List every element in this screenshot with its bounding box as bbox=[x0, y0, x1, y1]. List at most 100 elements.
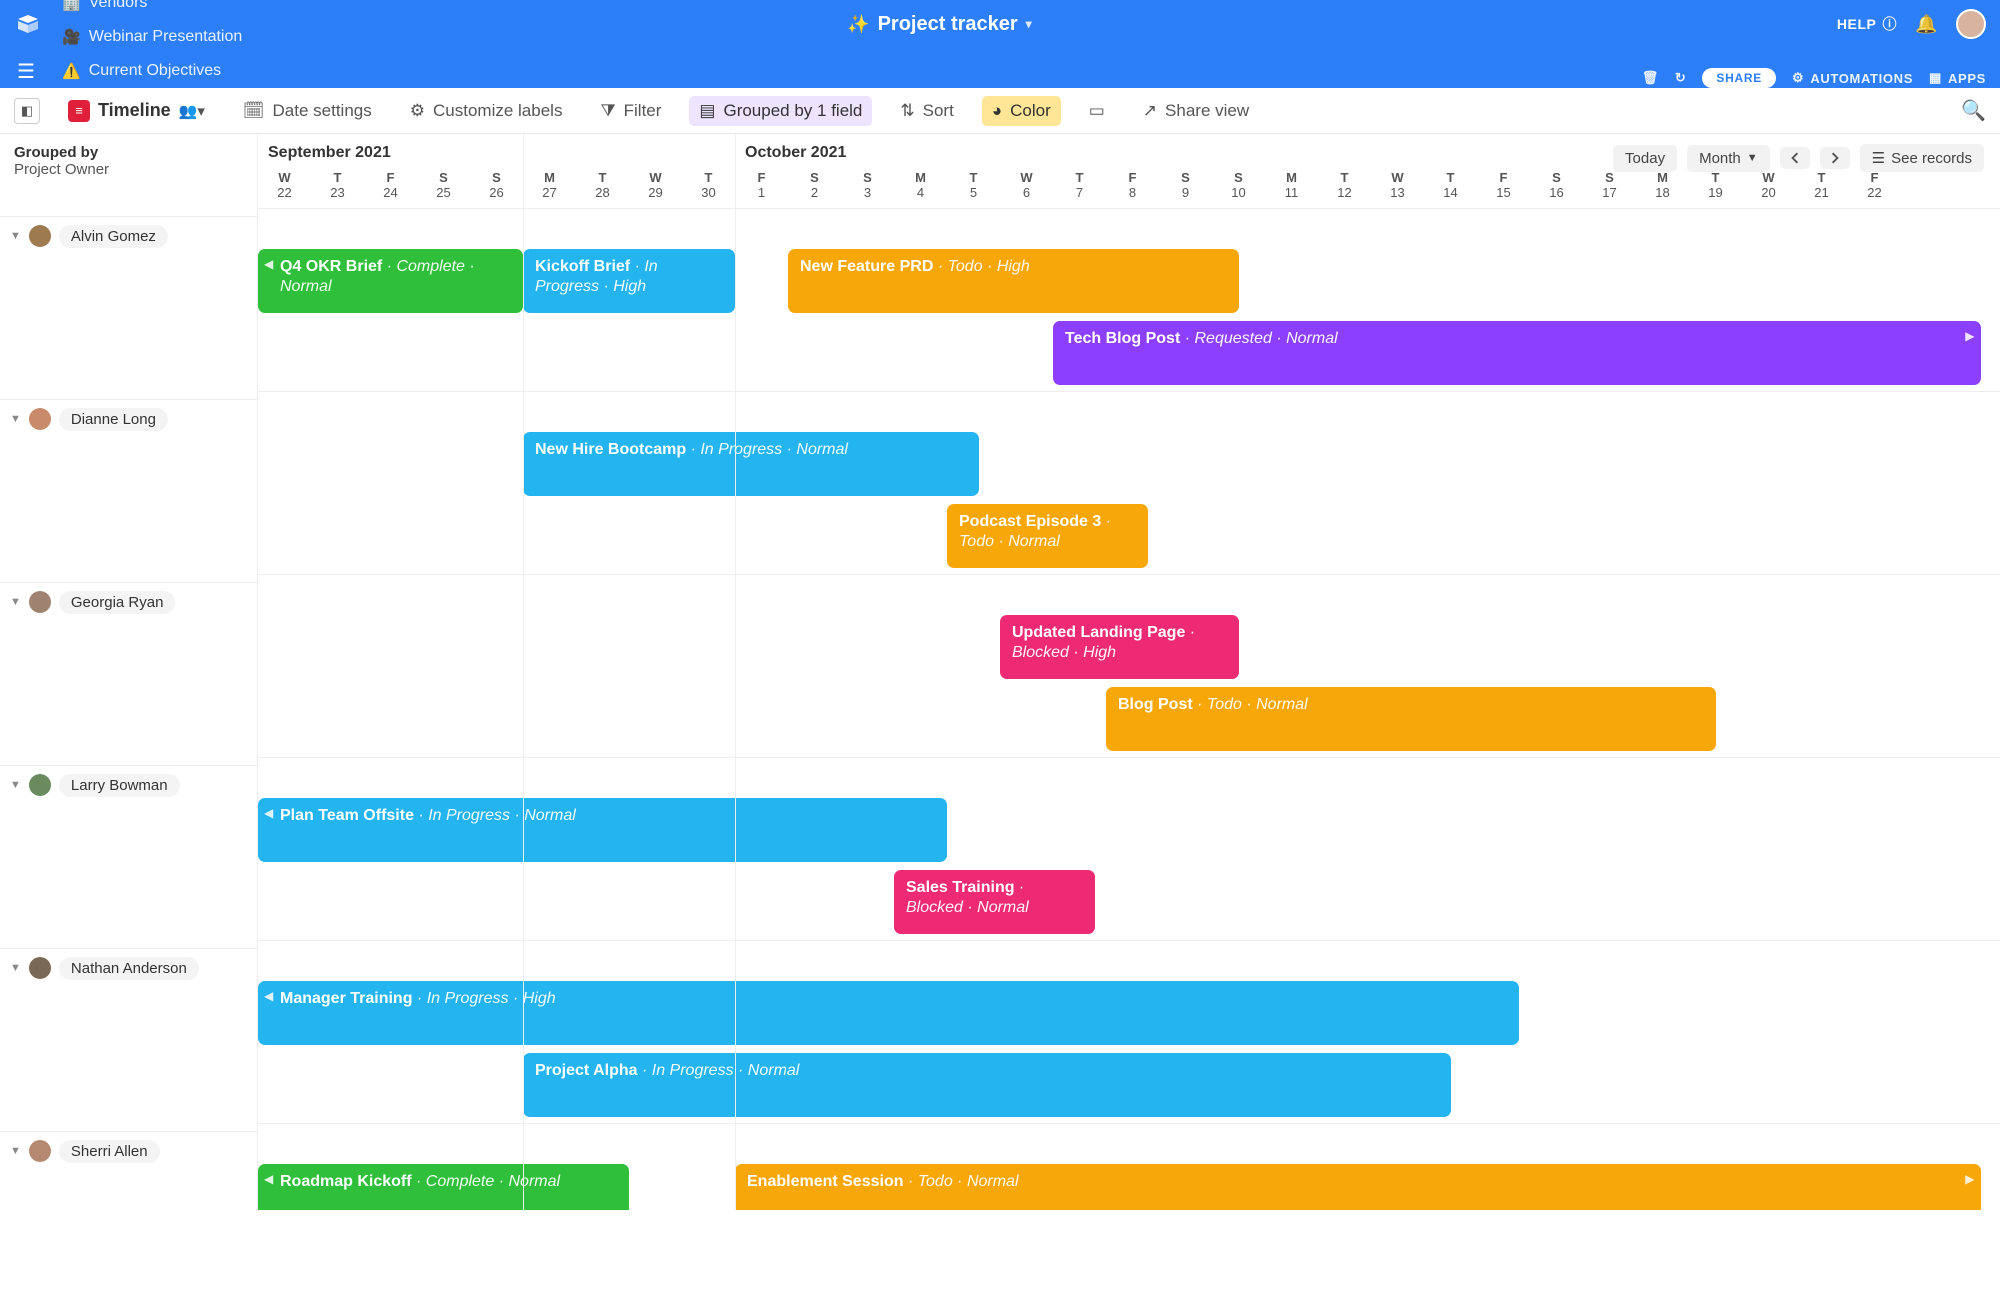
timeline-bar[interactable]: Updated Landing Page · Blocked · High bbox=[1000, 615, 1239, 679]
filter-icon: ⧩ bbox=[600, 101, 615, 121]
timeline-bar[interactable]: ▶Tech Blog Post · Requested · Normal bbox=[1053, 321, 1981, 385]
caret-down-icon: ▾ bbox=[1026, 17, 1032, 31]
chevron-left-icon bbox=[1789, 152, 1801, 164]
bar-meta: · In Progress · High bbox=[412, 990, 555, 1007]
day-column: W20 bbox=[1742, 170, 1795, 200]
timeline-bar[interactable]: ◀Manager Training · In Progress · High bbox=[258, 981, 1519, 1045]
bar-meta: · Todo · Normal bbox=[1193, 696, 1308, 713]
scale-selector[interactable]: Month▼ bbox=[1687, 145, 1770, 172]
timeline-bar[interactable]: Project Alpha · In Progress · Normal bbox=[523, 1053, 1451, 1117]
search-icon[interactable]: 🔍 bbox=[1961, 100, 1986, 122]
next-period-button[interactable] bbox=[1820, 147, 1850, 169]
history-icon[interactable]: ↻ bbox=[1675, 70, 1687, 86]
toggle-sidebar-button[interactable]: ◧ bbox=[14, 98, 40, 124]
row-height-button[interactable]: ▭ bbox=[1079, 96, 1115, 126]
timeline-main[interactable]: Today Month▼ ☰See records September 2021… bbox=[258, 134, 2000, 1210]
day-column: W13 bbox=[1371, 170, 1424, 200]
share-view-button[interactable]: ↗ Share view bbox=[1133, 96, 1259, 126]
bar-title: Enablement Session bbox=[747, 1173, 904, 1190]
day-column: M18 bbox=[1636, 170, 1689, 200]
notifications-icon[interactable]: 🔔 bbox=[1915, 14, 1938, 35]
app-logo[interactable] bbox=[14, 10, 42, 38]
chevron-right-icon bbox=[1829, 152, 1841, 164]
day-column: M11 bbox=[1265, 170, 1318, 200]
tab-vendors[interactable]: 🏢Vendors bbox=[44, 0, 260, 20]
menu-button[interactable]: ☰ bbox=[8, 54, 44, 88]
day-column: F1 bbox=[735, 170, 788, 200]
bar-meta: · In Progress · Normal bbox=[638, 1062, 800, 1079]
timeline-group: New Hire Bootcamp · In Progress · Normal… bbox=[258, 391, 2000, 574]
sparkle-icon: ✨ bbox=[847, 14, 869, 35]
group-header[interactable]: ▼ Sherri Allen bbox=[0, 1132, 257, 1170]
bar-title: Sales Training bbox=[906, 879, 1014, 896]
timeline-lane: ◀Plan Team Offsite · In Progress · Norma… bbox=[258, 796, 2000, 868]
sort-icon: ⇅ bbox=[900, 101, 914, 121]
collapse-icon: ▼ bbox=[10, 1145, 21, 1157]
group-header[interactable]: ▼Dianne Long bbox=[0, 400, 257, 438]
group-button[interactable]: ▤ Grouped by 1 field bbox=[689, 96, 872, 126]
user-avatar[interactable] bbox=[1956, 9, 1986, 39]
color-icon: ◕ bbox=[992, 101, 1002, 121]
tab-webinar-presentation[interactable]: 🎥Webinar Presentation bbox=[44, 20, 260, 54]
collapse-icon: ▼ bbox=[10, 413, 21, 425]
owner-avatar bbox=[29, 408, 51, 430]
filter-button[interactable]: ⧩ Filter bbox=[590, 96, 671, 126]
timeline-bar[interactable]: ◀Q4 OKR Brief · Complete · Normal bbox=[258, 249, 523, 313]
day-column: F22 bbox=[1848, 170, 1901, 200]
owner-name: Nathan Anderson bbox=[59, 957, 199, 980]
share-button[interactable]: SHARE bbox=[1702, 68, 1776, 88]
timeline-content: Grouped by Project Owner ▼Alvin Gomez ▼Di… bbox=[0, 134, 2000, 1210]
bar-title: Q4 OKR Brief bbox=[280, 258, 382, 275]
day-column: F24 bbox=[364, 170, 417, 200]
bar-meta: · Requested · Normal bbox=[1180, 330, 1337, 347]
bar-title: Plan Team Offsite bbox=[280, 807, 414, 824]
overflow-right-icon: ▶ bbox=[1965, 1172, 1974, 1187]
day-column: S10 bbox=[1212, 170, 1265, 200]
color-button[interactable]: ◕ Color bbox=[982, 96, 1061, 126]
timeline-bar[interactable]: Sales Training · Blocked · Normal bbox=[894, 870, 1095, 934]
day-column: S3 bbox=[841, 170, 894, 200]
today-button[interactable]: Today bbox=[1613, 145, 1677, 172]
apps-link[interactable]: ▦ APPS bbox=[1929, 70, 1986, 86]
bar-title: Manager Training bbox=[280, 990, 412, 1007]
bar-meta: · In Progress · Normal bbox=[686, 441, 848, 458]
timeline-bar[interactable]: New Feature PRD · Todo · High bbox=[788, 249, 1239, 313]
see-records-button[interactable]: ☰See records bbox=[1860, 144, 1984, 172]
tab-icon: 🏢 bbox=[62, 0, 81, 12]
timeline-bar[interactable]: Blog Post · Todo · Normal bbox=[1106, 687, 1716, 751]
help-link[interactable]: HELP ⓘ bbox=[1837, 14, 1897, 34]
timeline-bar[interactable]: ◀Roadmap Kickoff · Complete · Normal bbox=[258, 1164, 629, 1210]
timeline-bar[interactable]: ◀Plan Team Offsite · In Progress · Norma… bbox=[258, 798, 947, 862]
timeline-bar[interactable]: New Hire Bootcamp · In Progress · Normal bbox=[523, 432, 979, 496]
sort-button[interactable]: ⇅ Sort bbox=[890, 96, 963, 126]
people-icon: 👥▾ bbox=[179, 102, 205, 120]
base-title-text: Project tracker bbox=[878, 13, 1018, 36]
group-header[interactable]: ▼Larry Bowman bbox=[0, 766, 257, 804]
trash-icon[interactable]: 🗑 bbox=[1642, 70, 1659, 86]
automations-link[interactable]: ⚙ AUTOMATIONS bbox=[1792, 70, 1913, 86]
timeline-lane: Project Alpha · In Progress · Normal bbox=[258, 1051, 2000, 1123]
bar-title: Tech Blog Post bbox=[1065, 330, 1180, 347]
collapse-icon: ▼ bbox=[10, 596, 21, 608]
gear-icon: ⚙ bbox=[410, 101, 425, 121]
prev-period-button[interactable] bbox=[1780, 147, 1810, 169]
group-header[interactable]: ▼Alvin Gomez bbox=[0, 217, 257, 255]
day-column: W29 bbox=[629, 170, 682, 200]
timeline-bar[interactable]: Podcast Episode 3 · Todo · Normal bbox=[947, 504, 1148, 568]
view-switcher[interactable]: ≡ Timeline 👥▾ bbox=[58, 95, 215, 127]
group-header[interactable]: ▼Georgia Ryan bbox=[0, 583, 257, 621]
day-column: T30 bbox=[682, 170, 735, 200]
owner-name: Larry Bowman bbox=[59, 774, 180, 797]
owner-name: Sherri Allen bbox=[59, 1140, 160, 1163]
bar-title: Project Alpha bbox=[535, 1062, 638, 1079]
customize-labels-button[interactable]: ⚙ Customize labels bbox=[400, 96, 573, 126]
calendar-icon: 🗓 bbox=[243, 101, 265, 121]
timeline-bar[interactable]: Kickoff Brief · In Progress · High bbox=[523, 249, 735, 313]
timeline-bar[interactable]: ▶Enablement Session · Todo · Normal bbox=[735, 1164, 1981, 1210]
date-settings-button[interactable]: 🗓 Date settings bbox=[233, 96, 382, 126]
day-column: S2 bbox=[788, 170, 841, 200]
group-by-header: Grouped by Project Owner bbox=[0, 134, 257, 182]
group-header[interactable]: ▼Nathan Anderson bbox=[0, 949, 257, 987]
tab-current-objectives[interactable]: ⚠️Current Objectives bbox=[44, 54, 260, 88]
base-title[interactable]: ✨ Project tracker ▾ bbox=[42, 13, 1837, 36]
